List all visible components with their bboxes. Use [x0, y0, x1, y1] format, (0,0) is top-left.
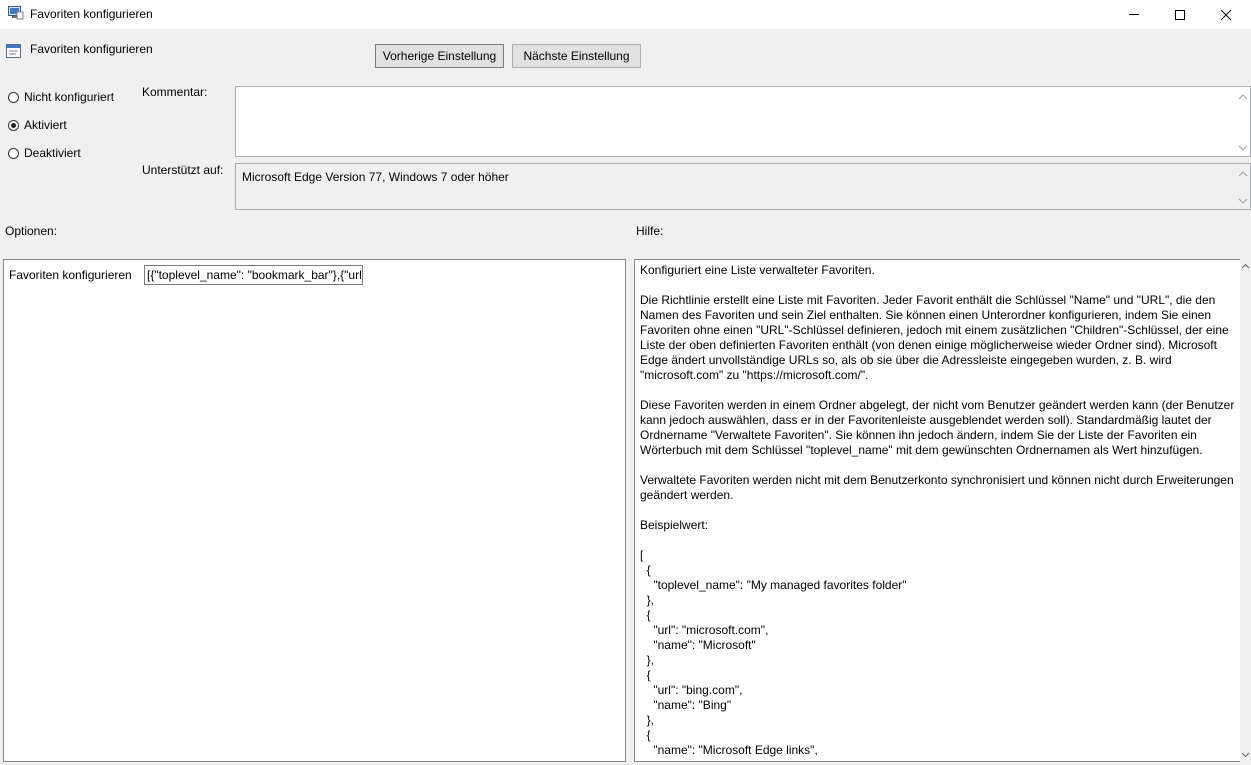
- close-icon: [1220, 9, 1232, 21]
- comment-scrollbar[interactable]: [1236, 87, 1250, 156]
- radio-circle[interactable]: [8, 119, 19, 131]
- scroll-down-icon[interactable]: [1238, 144, 1248, 152]
- scroll-up-icon[interactable]: [1238, 170, 1248, 178]
- radio-disabled[interactable]: Deaktiviert: [8, 145, 81, 161]
- radio-circle[interactable]: [8, 91, 19, 103]
- supported-box: Microsoft Edge Version 77, Windows 7 ode…: [235, 163, 1251, 210]
- favorites-input[interactable]: [{"toplevel_name": "bookmark_bar"},{"url…: [144, 265, 363, 285]
- radio-not-configured[interactable]: Nicht konfiguriert: [8, 89, 114, 105]
- scroll-down-icon[interactable]: [1238, 197, 1248, 205]
- supported-value: Microsoft Edge Version 77, Windows 7 ode…: [242, 170, 509, 184]
- supported-label: Unterstützt auf:: [142, 163, 224, 177]
- policy-window-icon: [8, 6, 24, 20]
- maximize-icon: [1175, 10, 1185, 20]
- supported-scrollbar[interactable]: [1236, 164, 1250, 209]
- comment-label: Kommentar:: [142, 85, 208, 99]
- options-heading: Optionen:: [5, 224, 58, 238]
- next-setting-button[interactable]: Nächste Einstellung: [512, 44, 641, 68]
- previous-setting-button[interactable]: Vorherige Einstellung: [375, 44, 504, 68]
- close-button[interactable]: [1203, 0, 1251, 29]
- radio-label: Nicht konfiguriert: [24, 90, 115, 104]
- policy-setting-icon: [6, 43, 22, 59]
- scroll-up-icon[interactable]: [1238, 93, 1248, 101]
- comment-textarea[interactable]: [235, 86, 1251, 157]
- radio-circle[interactable]: [8, 147, 19, 159]
- setting-title: Favoriten konfigurieren: [30, 42, 153, 56]
- help-panel: Konfiguriert eine Liste verwalteter Favo…: [634, 259, 1241, 762]
- scroll-up-icon[interactable]: [1241, 263, 1250, 270]
- favorites-field-label: Favoriten konfigurieren: [9, 268, 132, 282]
- help-text: Konfiguriert eine Liste verwalteter Favo…: [640, 263, 1235, 757]
- radio-enabled[interactable]: Aktiviert: [8, 117, 67, 133]
- options-panel: Favoriten konfigurieren [{"toplevel_name…: [3, 259, 626, 762]
- scroll-down-icon[interactable]: [1241, 751, 1250, 758]
- help-scrollbar[interactable]: [1240, 259, 1251, 762]
- minimize-icon: [1129, 14, 1139, 15]
- help-heading: Hilfe:: [636, 224, 664, 238]
- maximize-button[interactable]: [1157, 0, 1203, 29]
- radio-label: Aktiviert: [24, 118, 67, 132]
- title-bar: Favoriten konfigurieren: [0, 0, 1251, 29]
- minimize-button[interactable]: [1111, 0, 1157, 29]
- radio-label: Deaktiviert: [24, 146, 81, 160]
- window-title: Favoriten konfigurieren: [30, 7, 153, 21]
